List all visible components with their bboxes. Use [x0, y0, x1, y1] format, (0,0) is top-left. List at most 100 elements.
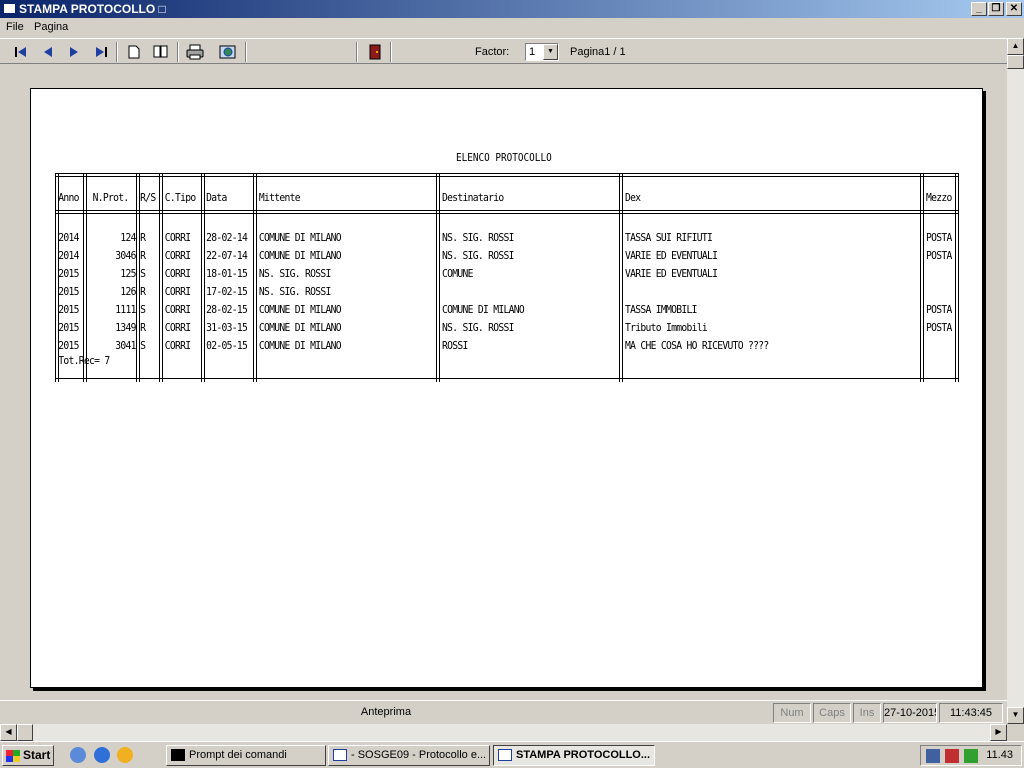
table-cell: NS. SIG. ROSSI [441, 231, 514, 244]
scroll-thumb[interactable] [1007, 55, 1024, 69]
column-divider [955, 173, 959, 382]
table-cell: NS. SIG. ROSSI [258, 267, 331, 280]
table-cell: 28-02-14 [206, 231, 248, 244]
toolbar-separator [245, 42, 247, 62]
table-cell: CORRI [164, 339, 191, 352]
last-page-icon[interactable] [90, 42, 112, 62]
show-desktop-icon[interactable] [70, 747, 86, 763]
menu-file[interactable]: File [6, 21, 24, 33]
table-cell: 3041 [115, 339, 136, 352]
column-header: Destinatario [441, 191, 504, 204]
scroll-down-icon[interactable]: ▼ [1007, 707, 1024, 724]
column-divider [253, 173, 257, 382]
column-header: Anno [58, 191, 79, 204]
app-icon [3, 3, 16, 14]
hscroll-thumb[interactable] [17, 724, 33, 741]
window-title: STAMPA PROTOCOLLO □ [19, 2, 166, 16]
column-divider [201, 173, 205, 382]
report-page: ELENCO PROTOCOLLO Anno N.Prot. R/S C.Tip… [30, 88, 983, 688]
table-cell: 125 [120, 267, 136, 280]
print-icon[interactable] [184, 42, 206, 62]
table-cell: R [140, 285, 146, 298]
table-cell: CORRI [164, 267, 191, 280]
task-sosge09[interactable]: - SOSGE09 - Protocollo e... [328, 745, 490, 766]
table-cell: COMUNE DI MILANO [258, 249, 342, 262]
column-header: Data [206, 191, 227, 204]
clock: 11.43 [986, 749, 1013, 761]
internet-explorer-icon[interactable] [94, 747, 110, 763]
media-player-icon[interactable] [117, 747, 133, 763]
table-cell: 28-02-15 [206, 303, 248, 316]
table-cell: S [140, 267, 146, 280]
table-cell: COMUNE DI MILANO [258, 339, 342, 352]
task-prompt[interactable]: Prompt dei comandi [166, 745, 326, 766]
scroll-right-icon[interactable]: ▶ [990, 724, 1007, 741]
page-indicator: Pagina1 / 1 [570, 46, 626, 58]
table-cell: TASSA SUI RIFIUTI [625, 231, 713, 244]
chevron-down-icon[interactable]: ▼ [543, 44, 558, 60]
table-cell: 2014 [58, 249, 79, 262]
first-page-icon[interactable] [10, 42, 32, 62]
export-icon[interactable] [217, 42, 239, 62]
table-header-rule [55, 210, 959, 214]
network-icon[interactable] [926, 749, 940, 763]
table-cell: VARIE ED EVENTUALI [625, 267, 718, 280]
table-cell: CORRI [164, 285, 191, 298]
security-icon[interactable] [945, 749, 959, 763]
task-label: Prompt dei comandi [189, 749, 287, 761]
table-cell: 31-03-15 [206, 321, 248, 334]
single-page-icon[interactable] [123, 42, 145, 62]
table-cell: POSTA [925, 249, 952, 262]
table-cell: 17-02-15 [206, 285, 248, 298]
table-cell: 2015 [58, 303, 79, 316]
table-cell: 2015 [58, 321, 79, 334]
restore-button[interactable]: ❐ [988, 2, 1004, 16]
minimize-button[interactable]: _ [971, 2, 987, 16]
table-cell: 126 [120, 285, 136, 298]
table-cell: 2015 [58, 267, 79, 280]
start-label: Start [23, 748, 51, 762]
status-text: Anteprima [360, 706, 412, 718]
table-bottom-rule [55, 378, 959, 379]
table-cell: S [140, 303, 146, 316]
menu-bar: File Pagina [0, 18, 1024, 38]
column-header: Mittente [258, 191, 301, 204]
table-cell: CORRI [164, 249, 191, 262]
exit-door-icon[interactable] [364, 42, 386, 62]
table-cell: 1349 [115, 321, 136, 334]
window-icon [333, 749, 347, 761]
system-tray: 11.43 [920, 745, 1022, 766]
prev-page-icon[interactable] [37, 42, 59, 62]
caps-indicator: Caps [813, 703, 851, 723]
num-indicator: Num [773, 703, 811, 723]
toolbar-separator [177, 42, 179, 62]
table-cell: R [140, 249, 146, 262]
scroll-left-icon[interactable]: ◀ [0, 724, 17, 741]
ins-indicator: Ins [853, 703, 881, 723]
start-button[interactable]: Start [2, 745, 54, 766]
table-cell: NS. SIG. ROSSI [258, 285, 331, 298]
scroll-up-icon[interactable]: ▲ [1007, 38, 1024, 55]
menu-pagina[interactable]: Pagina [34, 21, 68, 33]
task-stampa-protocollo[interactable]: STAMPA PROTOCOLLO... [493, 745, 655, 766]
column-divider [619, 173, 623, 382]
table-top-rule [55, 173, 959, 177]
table-cell: 2014 [58, 231, 79, 244]
table-cell: NS. SIG. ROSSI [441, 249, 514, 262]
table-cell: 22-07-14 [206, 249, 248, 262]
update-icon[interactable] [964, 749, 978, 763]
toolbar: Factor: 1 ▼ Pagina1 / 1 [0, 38, 1007, 64]
factor-select[interactable]: 1 ▼ [525, 43, 559, 61]
next-page-icon[interactable] [63, 42, 85, 62]
preview-area: ELENCO PROTOCOLLO Anno N.Prot. R/S C.Tip… [0, 64, 1007, 700]
task-label: - SOSGE09 - Protocollo e... [351, 749, 487, 761]
two-pages-icon[interactable] [150, 42, 172, 62]
table-cell: R [140, 321, 146, 334]
console-icon [171, 749, 185, 761]
table-cell: POSTA [925, 321, 952, 334]
taskbar: Start Prompt dei comandi - SOSGE09 - Pro… [0, 741, 1024, 768]
table-cell: NS. SIG. ROSSI [441, 321, 514, 334]
vertical-scrollbar[interactable]: ▲ ▼ [1007, 38, 1024, 724]
close-button[interactable]: ✕ [1006, 2, 1022, 16]
horizontal-scrollbar[interactable]: ◀ ▶ [0, 724, 1007, 741]
